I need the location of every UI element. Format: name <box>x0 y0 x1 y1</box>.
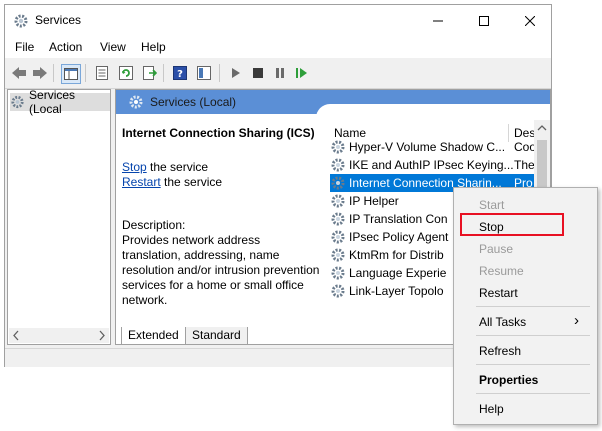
restart-play-icon <box>296 68 307 78</box>
console-tree: Services (Local <box>7 88 111 345</box>
console-tree-icon <box>64 68 78 80</box>
maximize-icon <box>479 15 489 26</box>
minimize-icon <box>433 20 443 21</box>
ctx-all-tasks[interactable]: All Tasks <box>479 315 526 329</box>
play-icon <box>232 68 240 78</box>
service-gear-icon <box>331 140 345 154</box>
help-toolbar-button[interactable]: ? <box>171 64 189 82</box>
restart-action-line: Restart the service <box>122 175 223 189</box>
description-label: Description: <box>122 218 186 232</box>
ctx-start[interactable]: Start <box>479 198 504 212</box>
restart-service-link[interactable]: Restart <box>122 175 161 189</box>
back-button[interactable] <box>10 64 28 82</box>
export-list-button[interactable] <box>141 64 159 82</box>
show-hide-tree-button[interactable] <box>61 64 81 84</box>
start-service-button[interactable] <box>227 64 245 82</box>
service-gear-icon <box>331 158 345 172</box>
pause-icon <box>276 68 284 78</box>
service-title: Internet Connection Sharing (ICS) <box>122 126 315 140</box>
scroll-right-icon[interactable] <box>97 328 107 343</box>
service-gear-icon <box>331 194 345 208</box>
service-gear-icon <box>331 176 345 190</box>
menu-bar: File Action View Help <box>5 36 551 58</box>
service-name: IP Helper <box>349 194 399 208</box>
ctx-restart[interactable]: Restart <box>479 286 518 300</box>
service-gear-icon <box>331 266 345 280</box>
stop-action-line: Stop the service <box>122 160 209 174</box>
refresh-toolbar-button[interactable] <box>117 64 135 82</box>
minimize-button[interactable] <box>415 5 461 36</box>
service-gear-icon <box>331 230 345 244</box>
forward-button[interactable] <box>31 64 49 82</box>
content-header: Services (Local) <box>116 90 550 124</box>
service-name: Language Experie <box>349 266 447 280</box>
tree-item-label: Services (Local <box>29 88 76 116</box>
ctx-resume[interactable]: Resume <box>479 264 524 278</box>
close-icon <box>525 15 535 26</box>
tab-standard[interactable]: Standard <box>185 327 248 345</box>
service-gear-icon <box>331 248 345 262</box>
service-description-cell: Coo <box>514 140 537 154</box>
service-gear-icon <box>331 284 345 298</box>
service-name: IPsec Policy Agent <box>349 230 449 244</box>
stop-service-link[interactable]: Stop <box>122 160 147 174</box>
mmc-view-icon <box>197 66 211 80</box>
mmc-view-button[interactable] <box>195 64 213 82</box>
restart-service-button[interactable] <box>293 64 311 82</box>
service-description-cell: The <box>514 158 535 172</box>
refresh-icon <box>119 66 133 80</box>
service-name: IP Translation Con <box>349 212 448 226</box>
stop-square-icon <box>253 68 263 78</box>
svg-text:?: ? <box>177 69 183 80</box>
stop-highlight-box <box>460 213 564 236</box>
ctx-pause[interactable]: Pause <box>479 242 513 256</box>
tree-horizontal-scrollbar[interactable] <box>9 328 109 343</box>
properties-sheet-icon <box>96 66 108 80</box>
pause-service-button[interactable] <box>271 64 289 82</box>
submenu-arrow-icon: › <box>574 312 579 329</box>
description-text: Provides network address translation, ad… <box>122 233 320 307</box>
menu-help[interactable]: Help <box>141 40 166 54</box>
service-name: Hyper-V Volume Shadow C... <box>349 140 506 154</box>
ctx-properties[interactable]: Properties <box>479 373 538 387</box>
service-row[interactable]: IKE and AuthIP IPsec Keying... The <box>330 156 550 174</box>
service-row[interactable]: Hyper-V Volume Shadow C... Coo <box>330 138 550 156</box>
service-gear-icon <box>331 212 345 226</box>
toolbar: ? <box>5 58 551 89</box>
stop-service-button[interactable] <box>249 64 267 82</box>
tab-extended[interactable]: Extended <box>121 327 186 345</box>
properties-toolbar-button[interactable] <box>93 64 111 82</box>
services-gear-icon <box>11 95 24 109</box>
service-name: Link-Layer Topolo <box>349 284 444 298</box>
content-header-title: Services (Local) <box>150 95 237 109</box>
export-list-icon <box>143 66 157 80</box>
service-name: IKE and AuthIP IPsec Keying... <box>349 158 514 172</box>
services-gear-icon <box>129 95 143 109</box>
menu-view[interactable]: View <box>100 40 126 54</box>
ctx-refresh[interactable]: Refresh <box>479 344 521 358</box>
scroll-left-icon[interactable] <box>11 328 21 343</box>
window-title: Services <box>35 13 82 27</box>
scroll-up-icon[interactable] <box>534 122 550 134</box>
service-description: Description: Provides network address tr… <box>122 218 322 308</box>
ctx-help[interactable]: Help <box>479 402 504 416</box>
menu-file[interactable]: File <box>15 40 34 54</box>
close-button[interactable] <box>507 5 553 36</box>
help-icon: ? <box>173 66 187 80</box>
menu-action[interactable]: Action <box>49 40 82 54</box>
tree-item-services-local[interactable]: Services (Local <box>10 88 110 116</box>
maximize-button[interactable] <box>461 5 507 36</box>
title-bar: Services <box>5 5 551 36</box>
forward-arrow-icon <box>33 67 47 79</box>
services-gear-icon <box>14 14 28 28</box>
back-arrow-icon <box>12 67 26 79</box>
service-name: KtmRm for Distrib <box>349 248 444 262</box>
